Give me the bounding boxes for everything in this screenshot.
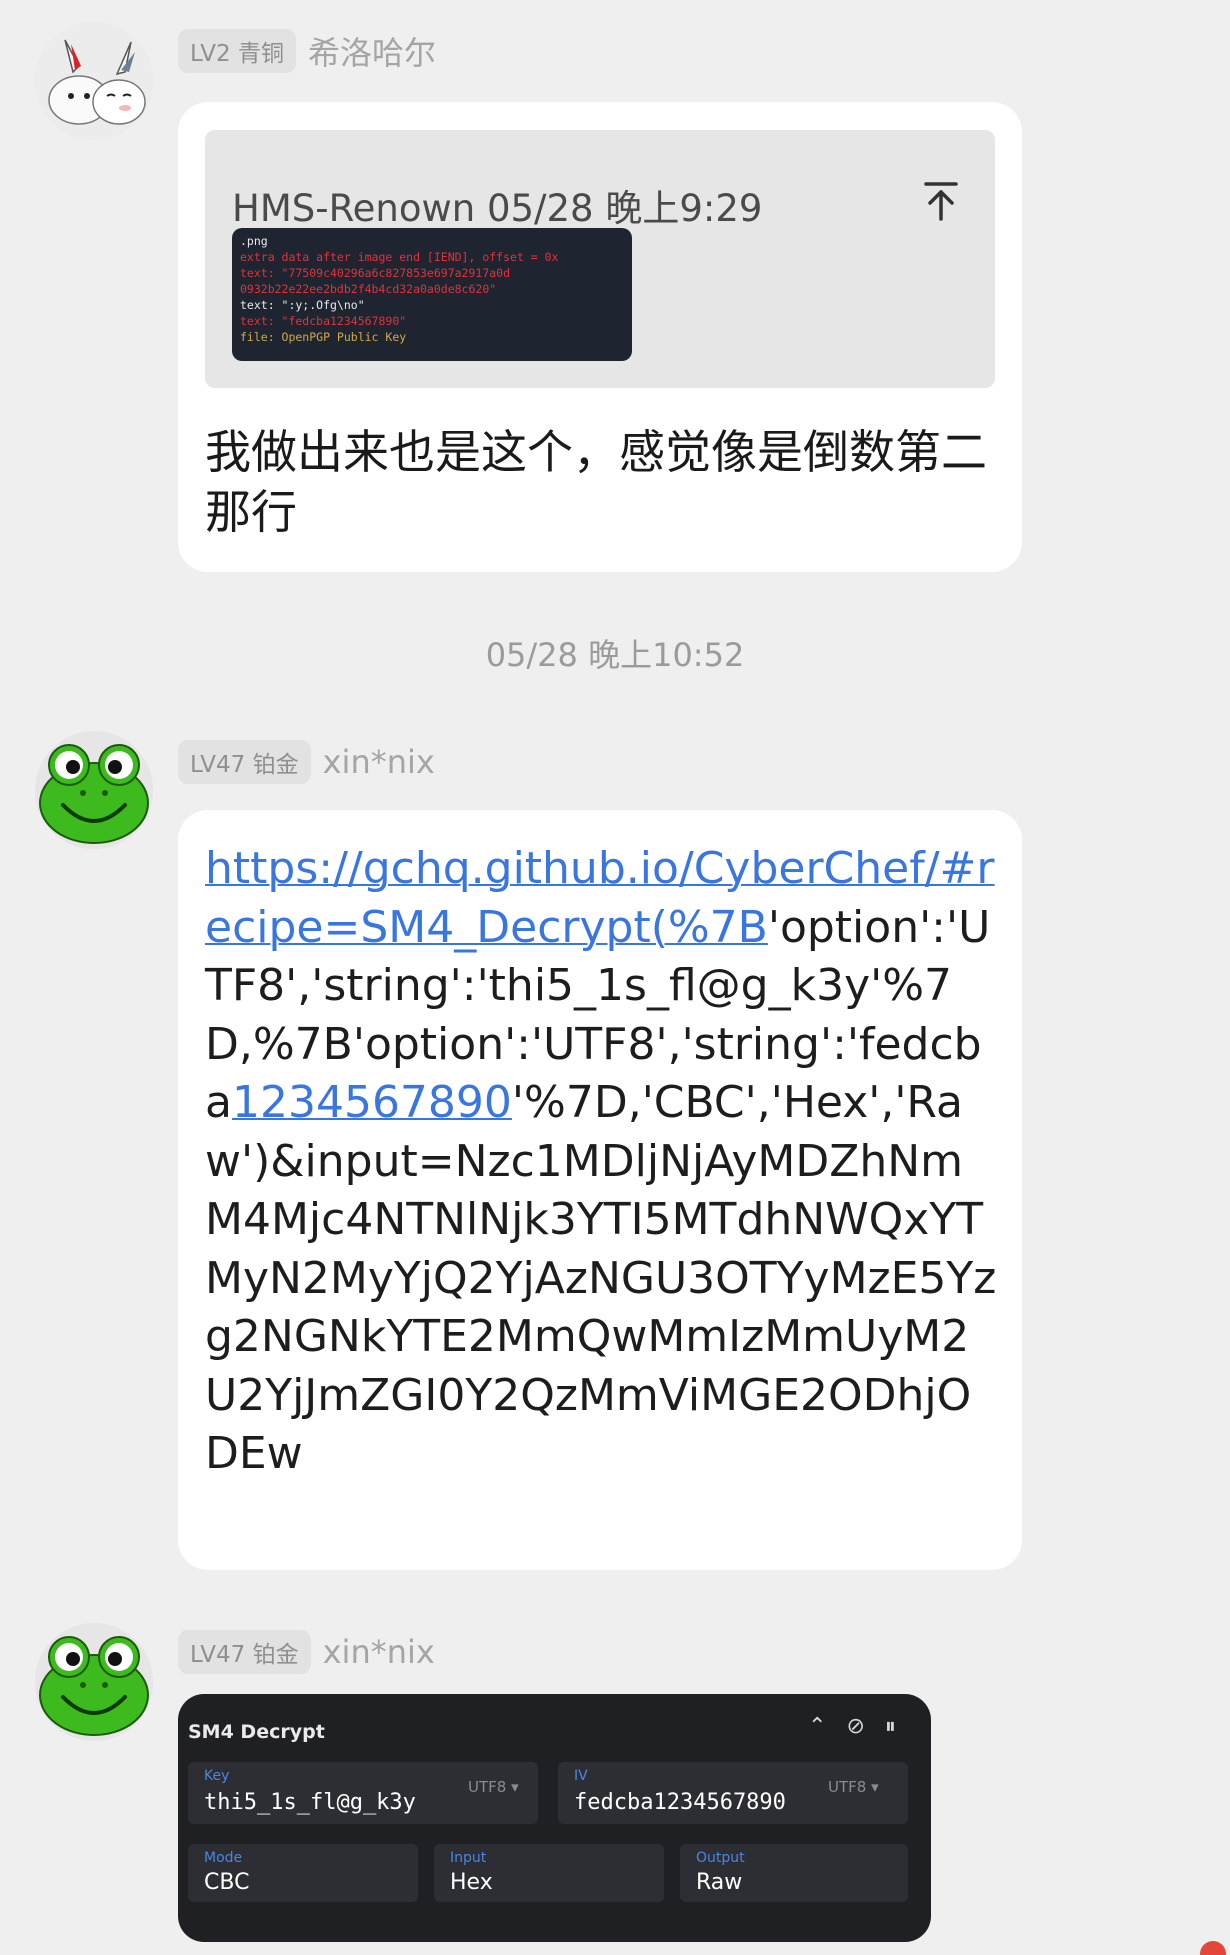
mode-value: CBC xyxy=(204,1870,250,1895)
message-text: https://gchq.github.io/CyberChef/#recipe… xyxy=(205,840,998,1484)
pin-to-top-icon[interactable] xyxy=(923,180,959,226)
quote-image-thumbnail[interactable]: .png extra data after image end [IEND], … xyxy=(232,228,632,361)
message-meta: LV2 青铜 希洛哈尔 xyxy=(178,28,436,74)
quote-header: HMS-Renown 05/28 晚上9:29 xyxy=(232,187,763,230)
input-format-label: Input xyxy=(450,1850,487,1866)
frog-avatar-icon xyxy=(35,1623,153,1741)
thumb-line: text: "77509c40296a6c827853e697a2917a0d xyxy=(240,266,511,280)
output-format-label: Output xyxy=(696,1850,745,1866)
avatar-frog[interactable] xyxy=(35,731,153,849)
user-name[interactable]: xin*nix xyxy=(323,1633,435,1671)
operation-title: SM4 Decrypt xyxy=(188,1721,325,1743)
input-format-value: Hex xyxy=(450,1870,493,1895)
thumb-line: file: OpenPGP Public Key xyxy=(240,330,407,344)
thumb-line: 0932b22e22ee2bdb2f4b4cd32a0a0de8c620" xyxy=(240,282,497,296)
input-format-field[interactable]: Input Hex xyxy=(434,1844,664,1902)
output-format-value: Raw xyxy=(696,1870,743,1895)
user-name[interactable]: 希洛哈尔 xyxy=(308,28,436,74)
key-label: Key xyxy=(204,1768,230,1784)
level-badge: LV2 青铜 xyxy=(178,29,296,73)
message-text-segment: '%7D,'CBC','Hex','Raw')&input=Nzc1MDljNj… xyxy=(205,1077,997,1479)
mode-label: Mode xyxy=(204,1850,243,1866)
message-meta: LV47 铂金 xin*nix xyxy=(178,740,435,784)
mode-field[interactable]: Mode CBC xyxy=(188,1844,418,1902)
thumb-line: text: "fedcba1234567890" xyxy=(240,314,407,328)
avatar-rabbits[interactable] xyxy=(35,22,153,140)
iv-field[interactable]: IV fedcba1234567890 UTF8 ▾ xyxy=(558,1762,908,1824)
iv-value: fedcba1234567890 xyxy=(574,1790,786,1815)
operation-controls: ⌃ ⊘ ⏸ xyxy=(808,1714,896,1739)
message-text: 我做出来也是这个，感觉像是倒数第二那行 xyxy=(205,425,987,539)
frog-avatar-icon xyxy=(35,731,153,849)
thumb-line: extra data after image end [IEND], offse… xyxy=(240,250,559,264)
image-message-sm4-decrypt[interactable]: SM4 Decrypt ⌃ ⊘ ⏸ Key thi5_1s_fl@g_k3y U… xyxy=(178,1694,931,1942)
output-format-field[interactable]: Output Raw xyxy=(680,1844,908,1902)
notification-dot xyxy=(1200,1941,1226,1955)
phone-number-link[interactable]: 1234567890 xyxy=(232,1077,512,1128)
user-name[interactable]: xin*nix xyxy=(323,743,435,781)
thumb-line: text: ":y;.Ofg\no" xyxy=(240,298,365,312)
message-bubble[interactable]: https://gchq.github.io/CyberChef/#recipe… xyxy=(178,810,1022,1570)
pause-icon[interactable]: ⏸ xyxy=(885,1714,896,1739)
key-value: thi5_1s_fl@g_k3y xyxy=(204,1790,416,1815)
rabbit-avatar-icon xyxy=(35,22,153,140)
iv-encoding-dropdown[interactable]: UTF8 ▾ xyxy=(828,1778,879,1796)
message-meta: LV47 铂金 xin*nix xyxy=(178,1630,435,1674)
key-encoding-dropdown[interactable]: UTF8 ▾ xyxy=(468,1778,519,1796)
disable-icon[interactable]: ⊘ xyxy=(846,1714,864,1739)
quoted-message[interactable]: HMS-Renown 05/28 晚上9:29 .png extra data … xyxy=(205,130,995,388)
chevron-up-icon[interactable]: ⌃ xyxy=(808,1714,826,1739)
level-badge: LV47 铂金 xyxy=(178,740,311,784)
avatar-frog[interactable] xyxy=(35,1623,153,1741)
message-bubble[interactable]: HMS-Renown 05/28 晚上9:29 .png extra data … xyxy=(178,102,1022,572)
iv-label: IV xyxy=(574,1768,588,1784)
level-badge: LV47 铂金 xyxy=(178,1630,311,1674)
time-separator: 05/28 晚上10:52 xyxy=(485,636,745,674)
key-field[interactable]: Key thi5_1s_fl@g_k3y UTF8 ▾ xyxy=(188,1762,538,1824)
thumb-line: .png xyxy=(240,234,268,248)
